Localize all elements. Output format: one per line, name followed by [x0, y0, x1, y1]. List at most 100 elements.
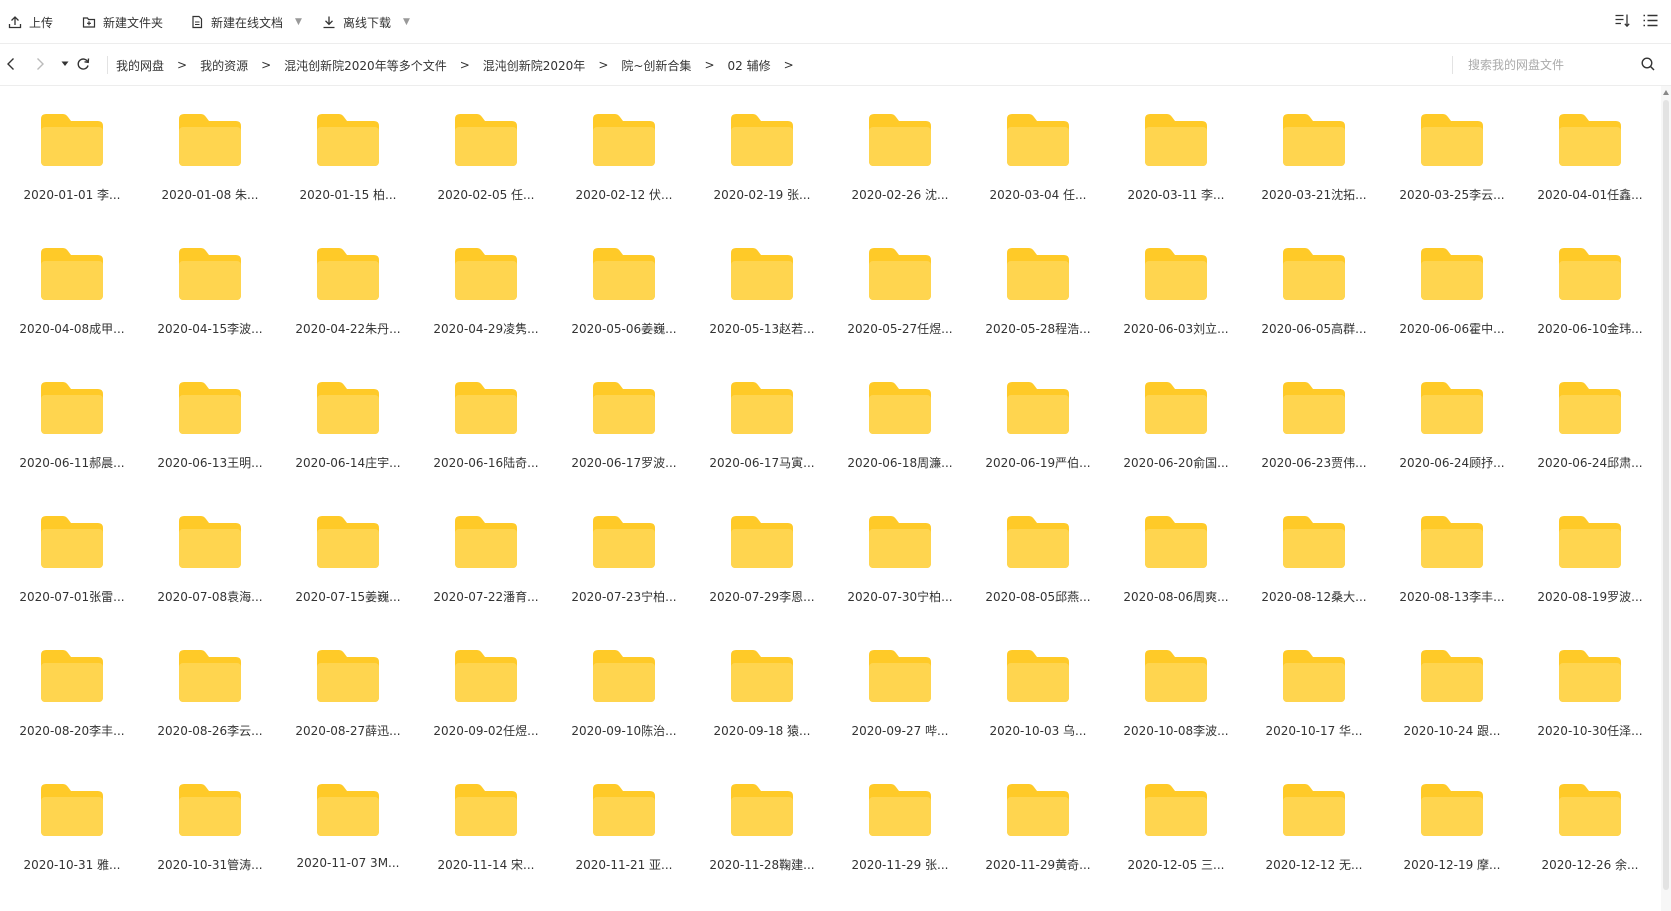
folder-item[interactable]: 2020-01-01 李... — [0, 86, 138, 220]
scrollbar[interactable] — [1661, 86, 1671, 911]
folder-item[interactable]: 2020-06-23贾伟... — [1242, 354, 1380, 488]
folder-item[interactable]: 2020-11-07 3M... — [276, 756, 414, 890]
folder-item[interactable]: 2020-03-04 任... — [966, 86, 1104, 220]
folder-item[interactable]: 2020-06-19严伯... — [966, 354, 1104, 488]
divider — [1452, 56, 1453, 74]
breadcrumb-item[interactable]: 混沌创新院2020年 — [483, 57, 586, 74]
folder-item[interactable]: 2020-01-08 朱... — [138, 86, 276, 220]
folder-item[interactable]: 2020-11-21 亚... — [552, 756, 690, 890]
folder-item[interactable]: 2020-08-20李丰... — [0, 622, 138, 756]
folder-item[interactable]: 2020-06-14庄宇... — [276, 354, 414, 488]
folder-name: 2020-10-24 跟... — [1403, 724, 1501, 738]
folder-item[interactable]: 2020-10-24 跟... — [1380, 622, 1518, 756]
folder-item[interactable]: 2020-11-29黄奇... — [966, 756, 1104, 890]
folder-item[interactable]: 2020-08-13李丰... — [1380, 488, 1518, 622]
folder-item[interactable]: 2020-06-18周濂... — [828, 354, 966, 488]
forward-button[interactable] — [32, 56, 48, 72]
folder-item[interactable]: 2020-06-05高群... — [1242, 220, 1380, 354]
folder-item[interactable]: 2020-12-05 三... — [1104, 756, 1242, 890]
folder-item[interactable]: 2020-04-29凌隽... — [414, 220, 552, 354]
history-dropdown[interactable] — [57, 56, 73, 72]
breadcrumb-item[interactable]: 院~创新合集 — [621, 57, 691, 74]
folder-item[interactable]: 2020-10-30任泽... — [1518, 622, 1656, 756]
folder-name: 2020-12-05 三... — [1127, 858, 1225, 872]
folder-item[interactable]: 2020-06-06霍中... — [1380, 220, 1518, 354]
chevron-down-icon[interactable]: ▼ — [403, 17, 410, 27]
scroll-up-arrow-icon[interactable] — [1663, 90, 1669, 95]
folder-item[interactable]: 2020-04-22朱丹... — [276, 220, 414, 354]
folder-item[interactable]: 2020-06-24顾抒... — [1380, 354, 1518, 488]
folder-item[interactable]: 2020-07-22潘育... — [414, 488, 552, 622]
folder-item[interactable]: 2020-07-15姜巍... — [276, 488, 414, 622]
folder-item[interactable]: 2020-10-08李波... — [1104, 622, 1242, 756]
folder-item[interactable]: 2020-09-18 猿... — [690, 622, 828, 756]
folder-item[interactable]: 2020-05-06姜巍... — [552, 220, 690, 354]
folder-item[interactable]: 2020-02-19 张... — [690, 86, 828, 220]
folder-item[interactable]: 2020-08-26李云... — [138, 622, 276, 756]
folder-item[interactable]: 2020-12-12 无... — [1242, 756, 1380, 890]
folder-item[interactable]: 2020-09-10陈治... — [552, 622, 690, 756]
list-view-button[interactable] — [1642, 12, 1659, 29]
folder-item[interactable]: 2020-06-20俞国... — [1104, 354, 1242, 488]
offline-download-button[interactable]: 离线下载 ▼ — [322, 12, 410, 32]
scrollbar-thumb[interactable] — [1663, 100, 1669, 890]
folder-item[interactable]: 2020-06-13王明... — [138, 354, 276, 488]
folder-item[interactable]: 2020-08-05邱燕... — [966, 488, 1104, 622]
folder-item[interactable]: 2020-04-15李波... — [138, 220, 276, 354]
folder-item[interactable]: 2020-06-17罗波... — [552, 354, 690, 488]
folder-item[interactable]: 2020-12-19 摩... — [1380, 756, 1518, 890]
folder-item[interactable]: 2020-06-24邱肃... — [1518, 354, 1656, 488]
breadcrumb-item[interactable]: 混沌创新院2020年等多个文件 — [284, 57, 447, 74]
folder-item[interactable]: 2020-09-27 哔... — [828, 622, 966, 756]
folder-item[interactable]: 2020-11-29 张... — [828, 756, 966, 890]
folder-item[interactable]: 2020-11-14 宋... — [414, 756, 552, 890]
folder-item[interactable]: 2020-10-17 华... — [1242, 622, 1380, 756]
folder-item[interactable]: 2020-10-03 乌... — [966, 622, 1104, 756]
folder-item[interactable]: 2020-02-05 任... — [414, 86, 552, 220]
folder-item[interactable]: 2020-02-12 伏... — [552, 86, 690, 220]
folder-icon — [731, 114, 793, 166]
folder-item[interactable]: 2020-10-31 雅... — [0, 756, 138, 890]
folder-item[interactable]: 2020-03-25李云... — [1380, 86, 1518, 220]
folder-item[interactable]: 2020-07-29李恩... — [690, 488, 828, 622]
folder-item[interactable]: 2020-06-10金玮... — [1518, 220, 1656, 354]
breadcrumb-current[interactable]: 02 辅修 — [728, 57, 771, 74]
folder-item[interactable]: 2020-06-03刘立... — [1104, 220, 1242, 354]
refresh-button[interactable] — [75, 56, 91, 72]
breadcrumb-item[interactable]: 我的资源 — [200, 57, 248, 74]
folder-item[interactable]: 2020-04-08成甲... — [0, 220, 138, 354]
folder-item[interactable]: 2020-08-12桑大... — [1242, 488, 1380, 622]
folder-item[interactable]: 2020-07-23宁柏... — [552, 488, 690, 622]
folder-item[interactable]: 2020-07-30宁柏... — [828, 488, 966, 622]
chevron-down-icon[interactable]: ▼ — [295, 17, 302, 27]
folder-item[interactable]: 2020-05-28程浩... — [966, 220, 1104, 354]
folder-item[interactable]: 2020-03-11 李... — [1104, 86, 1242, 220]
folder-item[interactable]: 2020-03-21沈拓... — [1242, 86, 1380, 220]
search-button[interactable] — [1640, 56, 1656, 72]
breadcrumb-item[interactable]: 我的网盘 — [116, 57, 164, 74]
sort-button[interactable] — [1614, 12, 1631, 29]
folder-item[interactable]: 2020-10-31管涛... — [138, 756, 276, 890]
folder-item[interactable]: 2020-06-11郝晨... — [0, 354, 138, 488]
new-folder-button[interactable]: 新建文件夹 — [82, 12, 163, 32]
folder-item[interactable]: 2020-05-27任煜... — [828, 220, 966, 354]
back-button[interactable] — [3, 56, 19, 72]
upload-button[interactable]: 上传 — [8, 12, 53, 32]
search-input[interactable] — [1468, 54, 1638, 76]
folder-item[interactable]: 2020-09-02任煜... — [414, 622, 552, 756]
folder-item[interactable]: 2020-08-27薛迅... — [276, 622, 414, 756]
folder-item[interactable]: 2020-01-15 柏... — [276, 86, 414, 220]
folder-item[interactable]: 2020-12-26 余... — [1518, 756, 1656, 890]
new-online-doc-button[interactable]: 新建在线文档 ▼ — [190, 12, 302, 32]
breadcrumb-separator[interactable]: > — [784, 58, 794, 72]
folder-item[interactable]: 2020-08-06周爽... — [1104, 488, 1242, 622]
folder-item[interactable]: 2020-02-26 沈... — [828, 86, 966, 220]
folder-item[interactable]: 2020-07-08袁海... — [138, 488, 276, 622]
folder-item[interactable]: 2020-08-19罗波... — [1518, 488, 1656, 622]
folder-item[interactable]: 2020-11-28鞠建... — [690, 756, 828, 890]
folder-item[interactable]: 2020-04-01任鑫... — [1518, 86, 1656, 220]
folder-item[interactable]: 2020-07-01张雷... — [0, 488, 138, 622]
folder-item[interactable]: 2020-06-16陆奇... — [414, 354, 552, 488]
folder-item[interactable]: 2020-05-13赵若... — [690, 220, 828, 354]
folder-item[interactable]: 2020-06-17马寅... — [690, 354, 828, 488]
